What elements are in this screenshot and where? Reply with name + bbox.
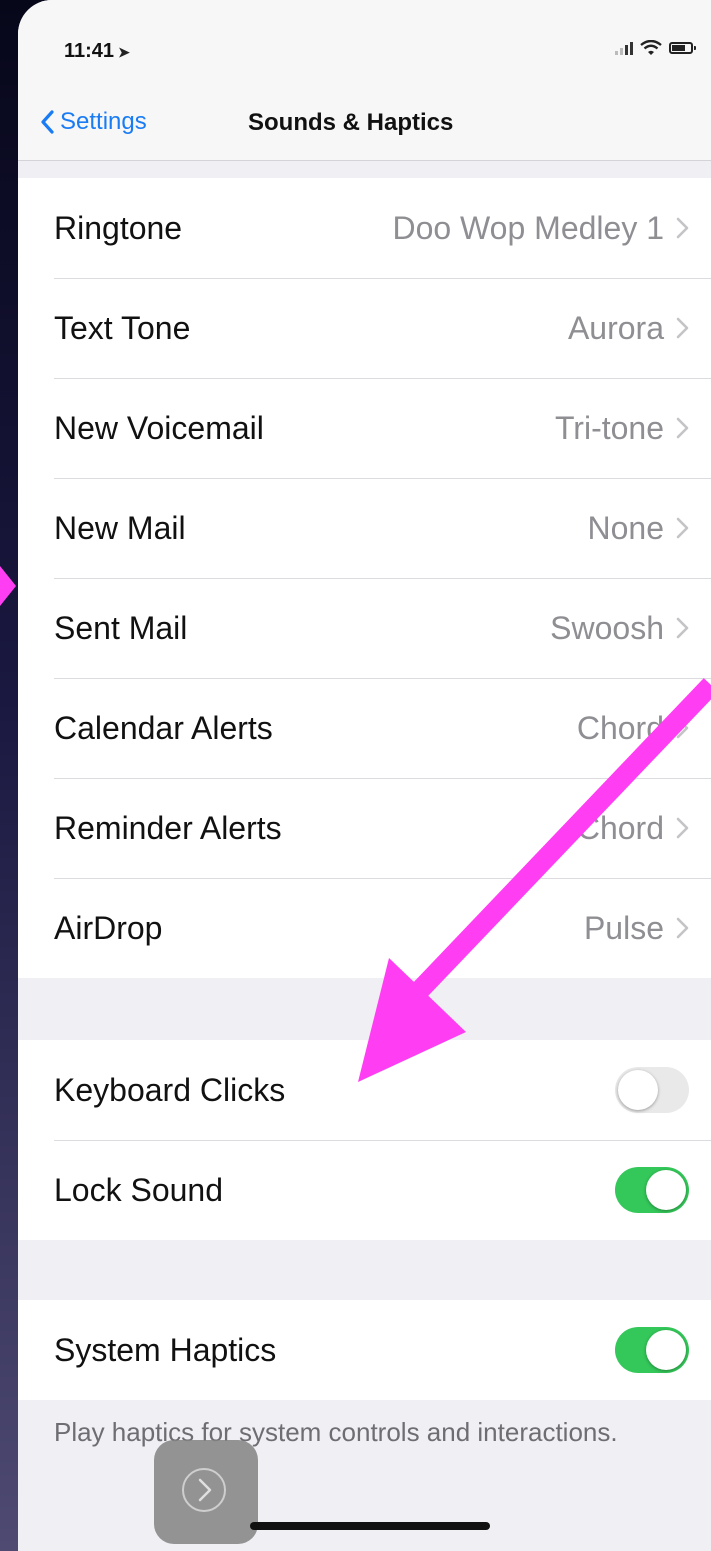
sound-row-new-mail[interactable]: New Mail None [18,478,711,578]
home-indicator[interactable] [250,1522,490,1530]
location-icon: ➤ [118,44,130,60]
row-label: System Haptics [54,1331,277,1368]
row-value: Tri-tone [554,409,664,446]
lock-sound-toggle[interactable] [615,1167,689,1213]
chevron-right-icon [676,317,689,339]
row-value: Chord [576,709,664,746]
keyboard-clicks-row: Keyboard Clicks [18,1040,711,1140]
sound-row-sent-mail[interactable]: Sent Mail Swoosh [18,578,711,678]
system-haptics-row: System Haptics [18,1300,711,1400]
sound-row-ringtone[interactable]: Ringtone Doo Wop Medley 1 [18,178,711,278]
row-label: New Voicemail [54,409,264,446]
toggle-knob [618,1070,658,1110]
wifi-icon [640,40,662,55]
row-label: Sent Mail [54,609,188,646]
navigation-bar: Settings Sounds & Haptics [18,90,711,161]
row-value: Doo Wop Medley 1 [392,209,664,246]
lock-sound-row: Lock Sound [18,1140,711,1240]
back-button[interactable]: Settings [40,108,147,136]
row-label: Reminder Alerts [54,809,282,846]
status-time: 11:41 ➤ [64,40,130,63]
chevron-right-icon [676,517,689,539]
sound-row-text-tone[interactable]: Text Tone Aurora [18,278,711,378]
settings-screen: 11:41 ➤ Settings Sounds & Haptics Rington… [18,0,711,1551]
row-label: Text Tone [54,309,191,346]
system-haptics-description: Play haptics for system controls and int… [54,1417,618,1447]
row-label: Calendar Alerts [54,709,273,746]
row-value: Pulse [583,909,664,946]
status-time-text: 11:41 [64,40,115,62]
assistive-touch-button[interactable] [154,1440,258,1544]
assistive-touch-icon [182,1468,226,1512]
row-label: AirDrop [54,909,163,946]
chevron-left-icon [41,110,54,134]
page-title: Sounds & Haptics [248,109,454,136]
sound-row-airdrop[interactable]: AirDrop Pulse [18,878,711,978]
chevron-right-icon [676,817,689,839]
row-label: Ringtone [54,209,183,246]
row-value: Chord [576,809,664,846]
keyboard-clicks-toggle[interactable] [615,1067,689,1113]
toggle-knob [646,1330,686,1370]
system-sounds-group: Keyboard Clicks Lock Sound [18,1040,711,1240]
chevron-right-icon [676,417,689,439]
back-label: Settings [60,108,147,135]
status-icons [615,40,696,56]
row-value: None [587,509,665,546]
row-label: New Mail [54,509,186,546]
row-label: Keyboard Clicks [54,1071,286,1108]
battery-icon [669,42,696,54]
system-haptics-toggle[interactable] [615,1327,689,1373]
sound-row-new-voicemail[interactable]: New Voicemail Tri-tone [18,378,711,478]
chevron-right-icon [676,717,689,739]
row-value: Aurora [567,309,664,346]
status-bar: 11:41 ➤ [18,0,711,90]
cellular-signal-icon [615,41,633,55]
chevron-right-icon [676,217,689,239]
haptics-group: System Haptics [18,1300,711,1400]
row-value: Swoosh [550,609,664,646]
chevron-right-icon [676,617,689,639]
sounds-group: Ringtone Doo Wop Medley 1 Text Tone Auro… [18,178,711,978]
toggle-knob [646,1170,686,1210]
sound-row-calendar-alerts[interactable]: Calendar Alerts Chord [18,678,711,778]
chevron-right-icon [676,917,689,939]
annotation-arrow-tip [0,566,16,606]
row-label: Lock Sound [54,1171,224,1208]
sound-row-reminder-alerts[interactable]: Reminder Alerts Chord [18,778,711,878]
